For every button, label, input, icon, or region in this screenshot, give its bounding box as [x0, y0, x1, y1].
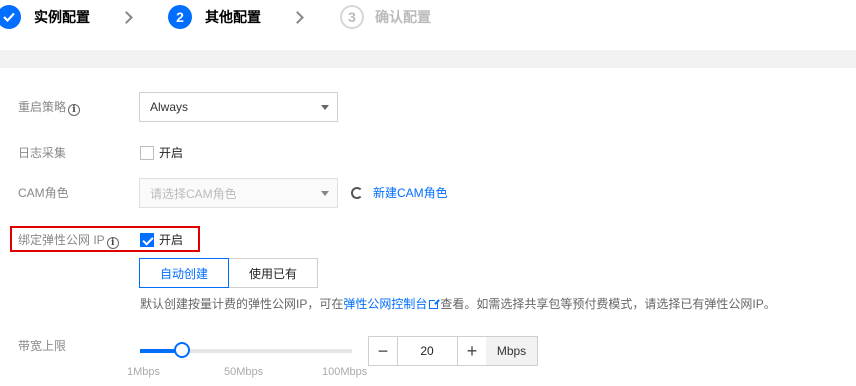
eip-option-auto-create[interactable]: 自动创建 [139, 258, 229, 288]
caret-down-icon [321, 191, 329, 196]
slider-max-label: 100Mbps [322, 366, 368, 378]
bandwidth-slider-track[interactable] [140, 349, 352, 353]
log-collection-checkbox-label[interactable]: 开启 [159, 146, 183, 160]
eip-label: 绑定弹性公网 IP i [18, 232, 119, 249]
step-2-label[interactable]: 其他配置 [205, 7, 261, 27]
caret-down-icon [321, 105, 329, 110]
cam-role-label: CAM角色 [18, 186, 69, 200]
eip-hint-text: 默认创建按量计费的弹性公网IP，可在 [140, 297, 344, 311]
section-divider [0, 50, 856, 68]
log-collection-checkbox[interactable] [140, 146, 154, 160]
eip-checkbox-label[interactable]: 开启 [159, 233, 183, 247]
eip-label-text: 绑定弹性公网 IP [18, 233, 105, 247]
restart-policy-label-text: 重启策略 [18, 100, 67, 114]
cam-role-select[interactable]: 请选择CAM角色 [139, 178, 338, 208]
decrement-button[interactable]: − [368, 336, 398, 366]
cam-role-placeholder: 请选择CAM角色 [150, 186, 237, 201]
restart-policy-select[interactable]: Always [139, 92, 338, 122]
eip-console-link[interactable]: 弹性公网控制台 [343, 297, 427, 311]
step-2-number: 2 [168, 5, 192, 29]
bandwidth-label: 带宽上限 [18, 339, 67, 353]
increment-button[interactable]: + [457, 336, 487, 366]
step-3-label[interactable]: 确认配置 [375, 7, 431, 27]
bandwidth-unit: Mbps [486, 336, 538, 366]
eip-hint: 默认创建按量计费的弹性公网IP，可在弹性公网控制台 查看。如需选择共享包等预付费模… [140, 296, 776, 312]
slider-mid-label: 50Mbps [224, 366, 264, 378]
new-cam-role-link[interactable]: 新建CAM角色 [373, 185, 448, 201]
log-collection-label: 日志采集 [18, 146, 67, 160]
external-link-icon[interactable] [429, 298, 441, 309]
bandwidth-slider-handle[interactable] [174, 342, 190, 358]
slider-min-label: 1Mbps [127, 366, 161, 378]
bandwidth-input[interactable]: 20 [397, 336, 457, 366]
info-icon[interactable]: i [106, 237, 119, 249]
chevron-right-icon [291, 11, 304, 24]
chevron-right-icon [120, 11, 133, 24]
wizard-stepper: 实例配置 2 其他配置 3 确认配置 [0, 0, 856, 34]
info-icon[interactable]: i [68, 104, 81, 116]
step-3-number: 3 [340, 5, 364, 29]
eip-option-use-existing[interactable]: 使用已有 [228, 258, 318, 288]
restart-policy-label: 重启策略 i [18, 99, 81, 116]
refresh-icon[interactable] [351, 187, 363, 199]
eip-checkbox[interactable] [140, 233, 154, 247]
step-1-label[interactable]: 实例配置 [34, 7, 90, 27]
eip-hint-text-2: 查看。如需选择共享包等预付费模式，请选择已有弹性公网IP。 [440, 297, 776, 311]
step-1-check-icon [0, 5, 21, 29]
restart-policy-value: Always [150, 100, 189, 114]
